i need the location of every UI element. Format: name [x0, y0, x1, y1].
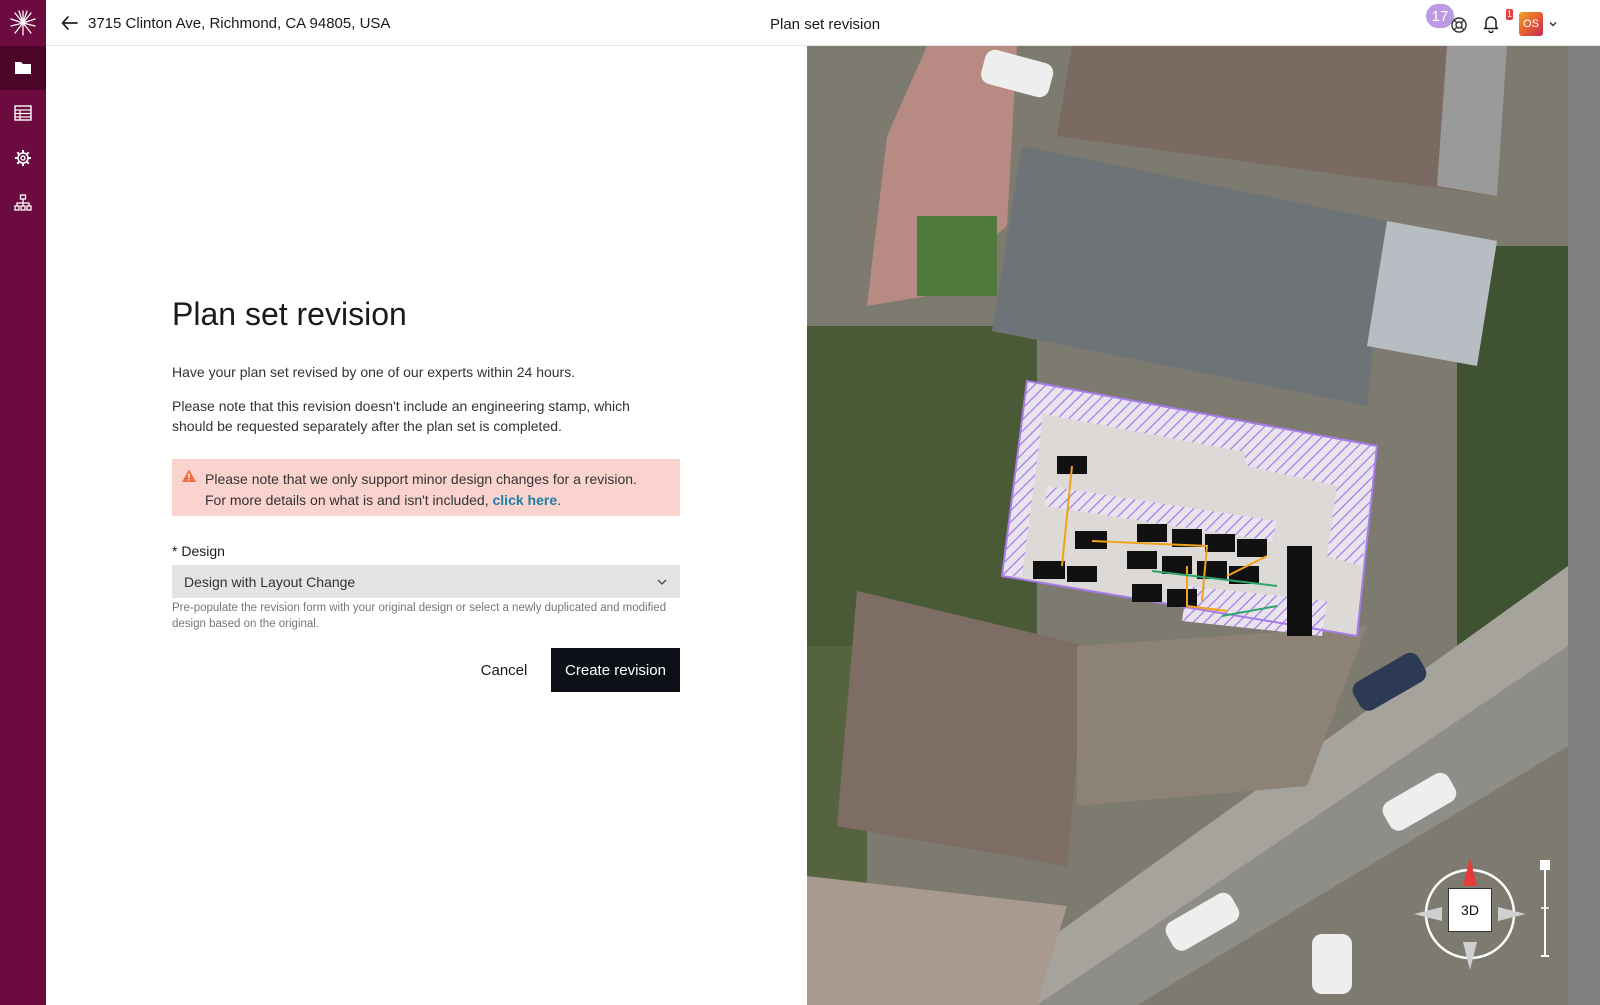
form-heading: Plan set revision	[172, 296, 407, 332]
zoom-slider[interactable]	[1538, 858, 1552, 958]
design-field-label: * Design	[172, 543, 225, 559]
logo-icon[interactable]	[0, 0, 46, 46]
app-window: 3715 Clinton Ave, Richmond, CA 94805, US…	[0, 0, 1600, 1005]
stamp-note-text: Please note that this revision doesn't i…	[172, 398, 630, 434]
lifebuoy-icon	[1451, 17, 1467, 33]
chevron-down-icon	[657, 579, 667, 585]
window-edge	[1568, 46, 1600, 1005]
warning-icon	[182, 469, 196, 482]
alert-line-1: Please note that we only support minor d…	[205, 471, 637, 487]
sidebar-item-settings[interactable]	[0, 136, 46, 180]
chevron-down-icon[interactable]	[1548, 19, 1558, 29]
sidebar-item-table[interactable]	[0, 91, 46, 135]
gear-icon	[15, 150, 31, 166]
revision-form-panel: Plan set revision Have your plan set rev…	[46, 46, 807, 1005]
back-arrow-icon[interactable]	[60, 13, 80, 33]
folder-icon	[15, 62, 31, 74]
3d-view-toggle[interactable]: 3D	[1448, 888, 1492, 932]
project-address: 3715 Clinton Ave, Richmond, CA 94805, US…	[88, 15, 391, 32]
sidebar-item-projects[interactable]	[0, 46, 46, 90]
design-select-value: Design with Layout Change	[184, 574, 356, 590]
bell-icon[interactable]	[1481, 13, 1501, 33]
notification-badge: 1	[1506, 9, 1513, 20]
alert-text: Please note that we only support minor d…	[205, 469, 675, 511]
design-select[interactable]: Design with Layout Change	[172, 565, 680, 598]
top-bar: 3715 Clinton Ave, Richmond, CA 94805, US…	[46, 0, 1600, 46]
org-chart-icon	[14, 194, 32, 211]
design-helper-text: Pre-populate the revision form with your…	[172, 602, 667, 630]
sidebar	[0, 0, 46, 1005]
click-here-link[interactable]: click here	[493, 492, 558, 508]
cancel-button[interactable]: Cancel	[466, 648, 542, 692]
minor-changes-alert: Please note that we only support minor d…	[172, 459, 680, 516]
sidebar-item-organization[interactable]	[0, 181, 46, 225]
create-revision-button[interactable]: Create revision	[551, 648, 680, 692]
alert-line-2-suffix: .	[557, 492, 561, 508]
alert-line-2: For more details on what is and isn't in…	[205, 492, 493, 508]
table-icon	[14, 105, 32, 121]
intro-text: Have your plan set revised by one of our…	[172, 364, 576, 380]
page-title: Plan set revision	[770, 16, 881, 33]
avatar[interactable]: OS	[1519, 12, 1543, 36]
help-button[interactable]: 17	[1426, 4, 1468, 40]
